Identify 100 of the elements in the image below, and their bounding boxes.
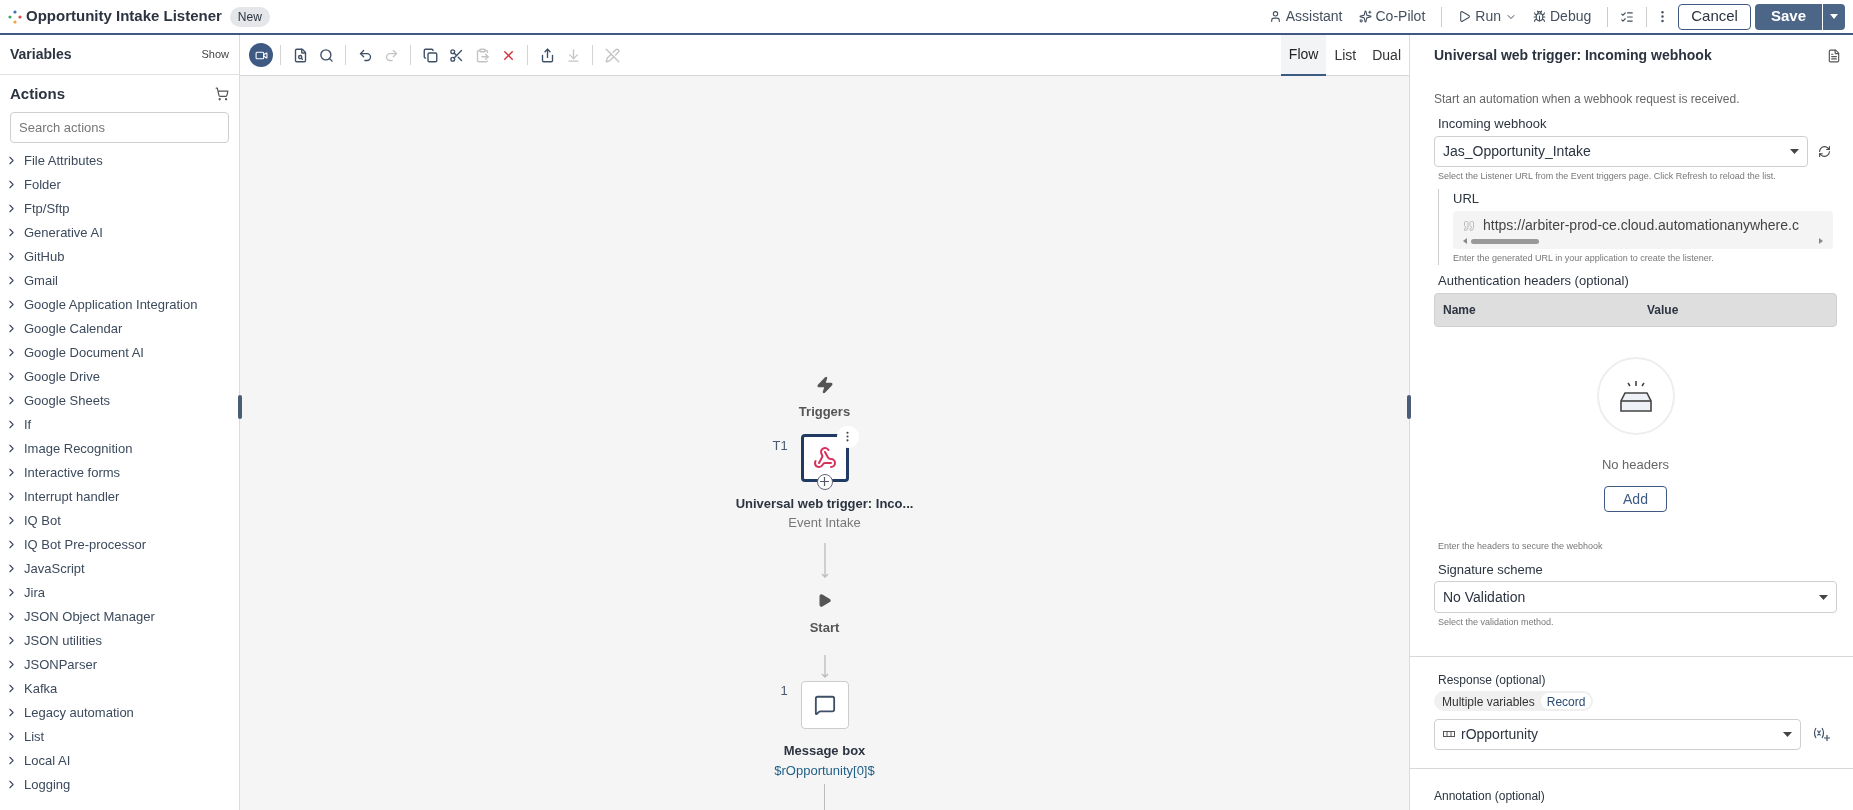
- field-label: Authentication headers (optional): [1438, 272, 1630, 290]
- action-category[interactable]: List: [0, 724, 239, 749]
- signature-select[interactable]: No Validation: [1434, 581, 1837, 613]
- mode-toggle[interactable]: Multiple variables: [1436, 692, 1541, 709]
- mode-toggle[interactable]: Record: [1540, 692, 1592, 709]
- debug-button[interactable]: Debug: [1525, 6, 1600, 27]
- url-field[interactable]: https://arbiter-prod-ce.cloud.automationanywhere.c: [1453, 210, 1833, 249]
- message-icon: [813, 694, 836, 716]
- caret-icon: [1783, 731, 1792, 737]
- step-number: T1: [772, 436, 788, 455]
- view-tab[interactable]: Flow: [1280, 34, 1327, 76]
- field-label: Incoming webhook: [1438, 115, 1548, 133]
- lightning-icon: [815, 376, 834, 394]
- webhook-select[interactable]: Jas_Opportunity_Intake: [1434, 135, 1808, 167]
- variables-heading: Variables: [10, 45, 72, 64]
- panel-title: Universal web trigger: Incoming webhook: [1434, 46, 1712, 65]
- response-select[interactable]: rOpportunity: [1434, 718, 1801, 750]
- cancel-button[interactable]: Cancel: [1678, 3, 1751, 30]
- view-tab[interactable]: Dual: [1364, 34, 1409, 76]
- show-link[interactable]: Show: [201, 46, 229, 63]
- field-label: Response (optional): [1438, 671, 1547, 689]
- caret-icon: [1819, 594, 1828, 600]
- scissors-icon: [448, 47, 464, 63]
- action-category[interactable]: IQ Bot: [0, 508, 239, 533]
- field-label: Signature scheme: [1438, 560, 1544, 579]
- quote-icon: [1463, 219, 1475, 232]
- action-category[interactable]: Generative AI: [0, 220, 239, 245]
- empty-state-text: No headers: [1601, 455, 1670, 474]
- field-hint: Select the Listener URL from the Event triggers page. Click Refresh to reload the list.: [1438, 169, 1777, 183]
- action-category[interactable]: Image Recognition: [0, 436, 239, 461]
- node-subtitle: Event Intake: [788, 514, 861, 532]
- action-category[interactable]: If: [0, 412, 239, 437]
- resize-handle[interactable]: [238, 395, 242, 419]
- action-category[interactable]: GitHub: [0, 244, 239, 269]
- action-category[interactable]: Google Application Integration: [0, 292, 239, 317]
- field-hint: Select the validation method.: [1438, 616, 1555, 629]
- run-button[interactable]: Run: [1450, 6, 1525, 27]
- record-variable-icon: [1443, 731, 1455, 737]
- record-button[interactable]: [249, 43, 273, 67]
- search-icon: [318, 47, 334, 63]
- node-subtitle: $rOpportunity[0]$: [774, 761, 875, 780]
- play-icon: [817, 592, 832, 608]
- trigger-node[interactable]: [800, 433, 849, 482]
- person-icon: [1268, 10, 1282, 23]
- node-title: Message box: [783, 742, 866, 760]
- caret-icon: [1830, 14, 1838, 19]
- cart-icon[interactable]: [215, 87, 229, 102]
- action-category[interactable]: Google Drive: [0, 364, 239, 389]
- action-category[interactable]: JSON utilities: [0, 628, 239, 653]
- action-category[interactable]: Kafka: [0, 676, 239, 701]
- search-field[interactable]: Search actions: [10, 111, 229, 143]
- status-badge: New: [229, 6, 270, 27]
- action-category[interactable]: Folder: [0, 172, 239, 197]
- resize-handle[interactable]: [1407, 395, 1411, 419]
- pen-off-icon: [604, 47, 620, 63]
- action-category[interactable]: JSONParser: [0, 652, 239, 677]
- connector-arrow: [820, 542, 829, 579]
- node-title: Universal web trigger: Inco...: [735, 494, 914, 513]
- view-tab[interactable]: List: [1326, 34, 1365, 76]
- connector-arrow: [820, 655, 829, 679]
- bot-title: Opportunity Intake Listener: [26, 6, 222, 27]
- action-category[interactable]: Local AI: [0, 748, 239, 773]
- action-category[interactable]: IQ Bot Pre-processor: [0, 532, 239, 557]
- redo-icon: [383, 47, 399, 63]
- action-category[interactable]: JavaScript: [0, 556, 239, 581]
- undo-icon: [357, 47, 373, 63]
- save-button[interactable]: Save: [1754, 3, 1822, 30]
- action-category[interactable]: File Attributes: [0, 148, 239, 173]
- step-node[interactable]: [800, 681, 849, 729]
- checklist-icon[interactable]: [1620, 9, 1635, 24]
- action-category[interactable]: Interrupt handler: [0, 484, 239, 509]
- add-button[interactable]: Add: [1604, 486, 1667, 512]
- webhook-icon: [812, 445, 837, 470]
- assistant-button[interactable]: Assistant: [1260, 6, 1351, 27]
- play-icon: [1458, 10, 1472, 23]
- action-category[interactable]: Ftp/Sftp: [0, 196, 239, 221]
- action-category[interactable]: Legacy automation: [0, 700, 239, 725]
- action-category[interactable]: Interactive forms: [0, 460, 239, 485]
- action-category[interactable]: Jira: [0, 580, 239, 605]
- info-icon[interactable]: [1827, 48, 1841, 63]
- action-category[interactable]: Google Document AI: [0, 340, 239, 365]
- action-category[interactable]: Logging: [0, 772, 239, 797]
- action-category[interactable]: Gmail: [0, 268, 239, 293]
- headers-table-header: Name Value: [1434, 292, 1837, 327]
- action-category[interactable]: JSON Object Manager: [0, 604, 239, 629]
- step-number: 1: [780, 682, 788, 700]
- action-category[interactable]: Google Calendar: [0, 316, 239, 341]
- field-label: URL: [1453, 190, 1480, 208]
- caret-icon: [1790, 148, 1799, 154]
- refresh-icon[interactable]: [1818, 144, 1831, 158]
- logo-icon: [8, 9, 22, 24]
- insert-variable-icon[interactable]: [1813, 727, 1831, 741]
- share-icon: [539, 47, 555, 63]
- action-category[interactable]: Google Sheets: [0, 388, 239, 413]
- bug-icon: [1533, 10, 1546, 23]
- sparkles-icon: [1358, 10, 1372, 23]
- copilot-button[interactable]: Co-Pilot: [1350, 6, 1434, 27]
- actions-heading: Actions: [10, 84, 65, 104]
- copy-icon: [422, 47, 438, 63]
- save-menu-button[interactable]: [1823, 3, 1845, 30]
